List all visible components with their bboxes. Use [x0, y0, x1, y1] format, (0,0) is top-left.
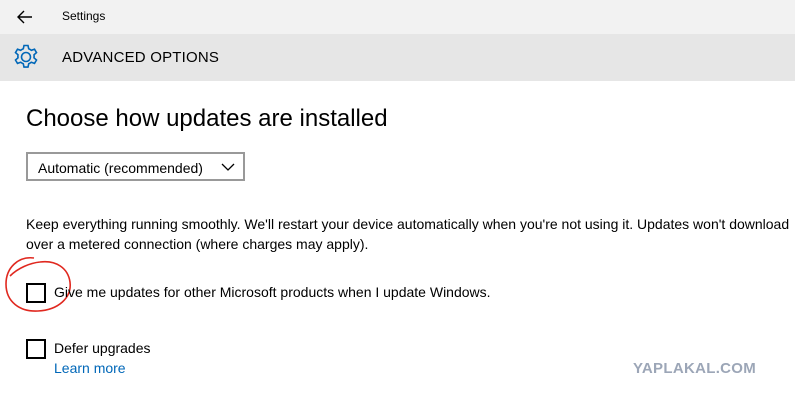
defer-upgrades-label[interactable]: Defer upgrades [54, 340, 151, 356]
page-header: ADVANCED OPTIONS [0, 34, 795, 81]
other-products-checkbox[interactable] [26, 283, 46, 303]
defer-upgrades-checkbox[interactable] [26, 339, 46, 359]
other-products-label[interactable]: Give me updates for other Microsoft prod… [54, 284, 491, 300]
back-arrow-icon [17, 10, 32, 24]
learn-more-link[interactable]: Learn more [54, 360, 126, 376]
watermark: YAPLAKAL.COM [633, 360, 757, 377]
chevron-down-icon [221, 163, 235, 171]
dropdown-value: Automatic (recommended) [38, 160, 203, 176]
back-button[interactable] [8, 4, 42, 30]
gear-icon [14, 44, 38, 68]
install-method-dropdown[interactable]: Automatic (recommended) [26, 152, 245, 181]
window-title: Settings [62, 9, 106, 23]
description-text: Keep everything running smoothly. We'll … [26, 216, 790, 252]
title-bar: Settings [0, 0, 795, 34]
section-heading: Choose how updates are installed [26, 105, 388, 132]
page-title: ADVANCED OPTIONS [62, 49, 220, 66]
